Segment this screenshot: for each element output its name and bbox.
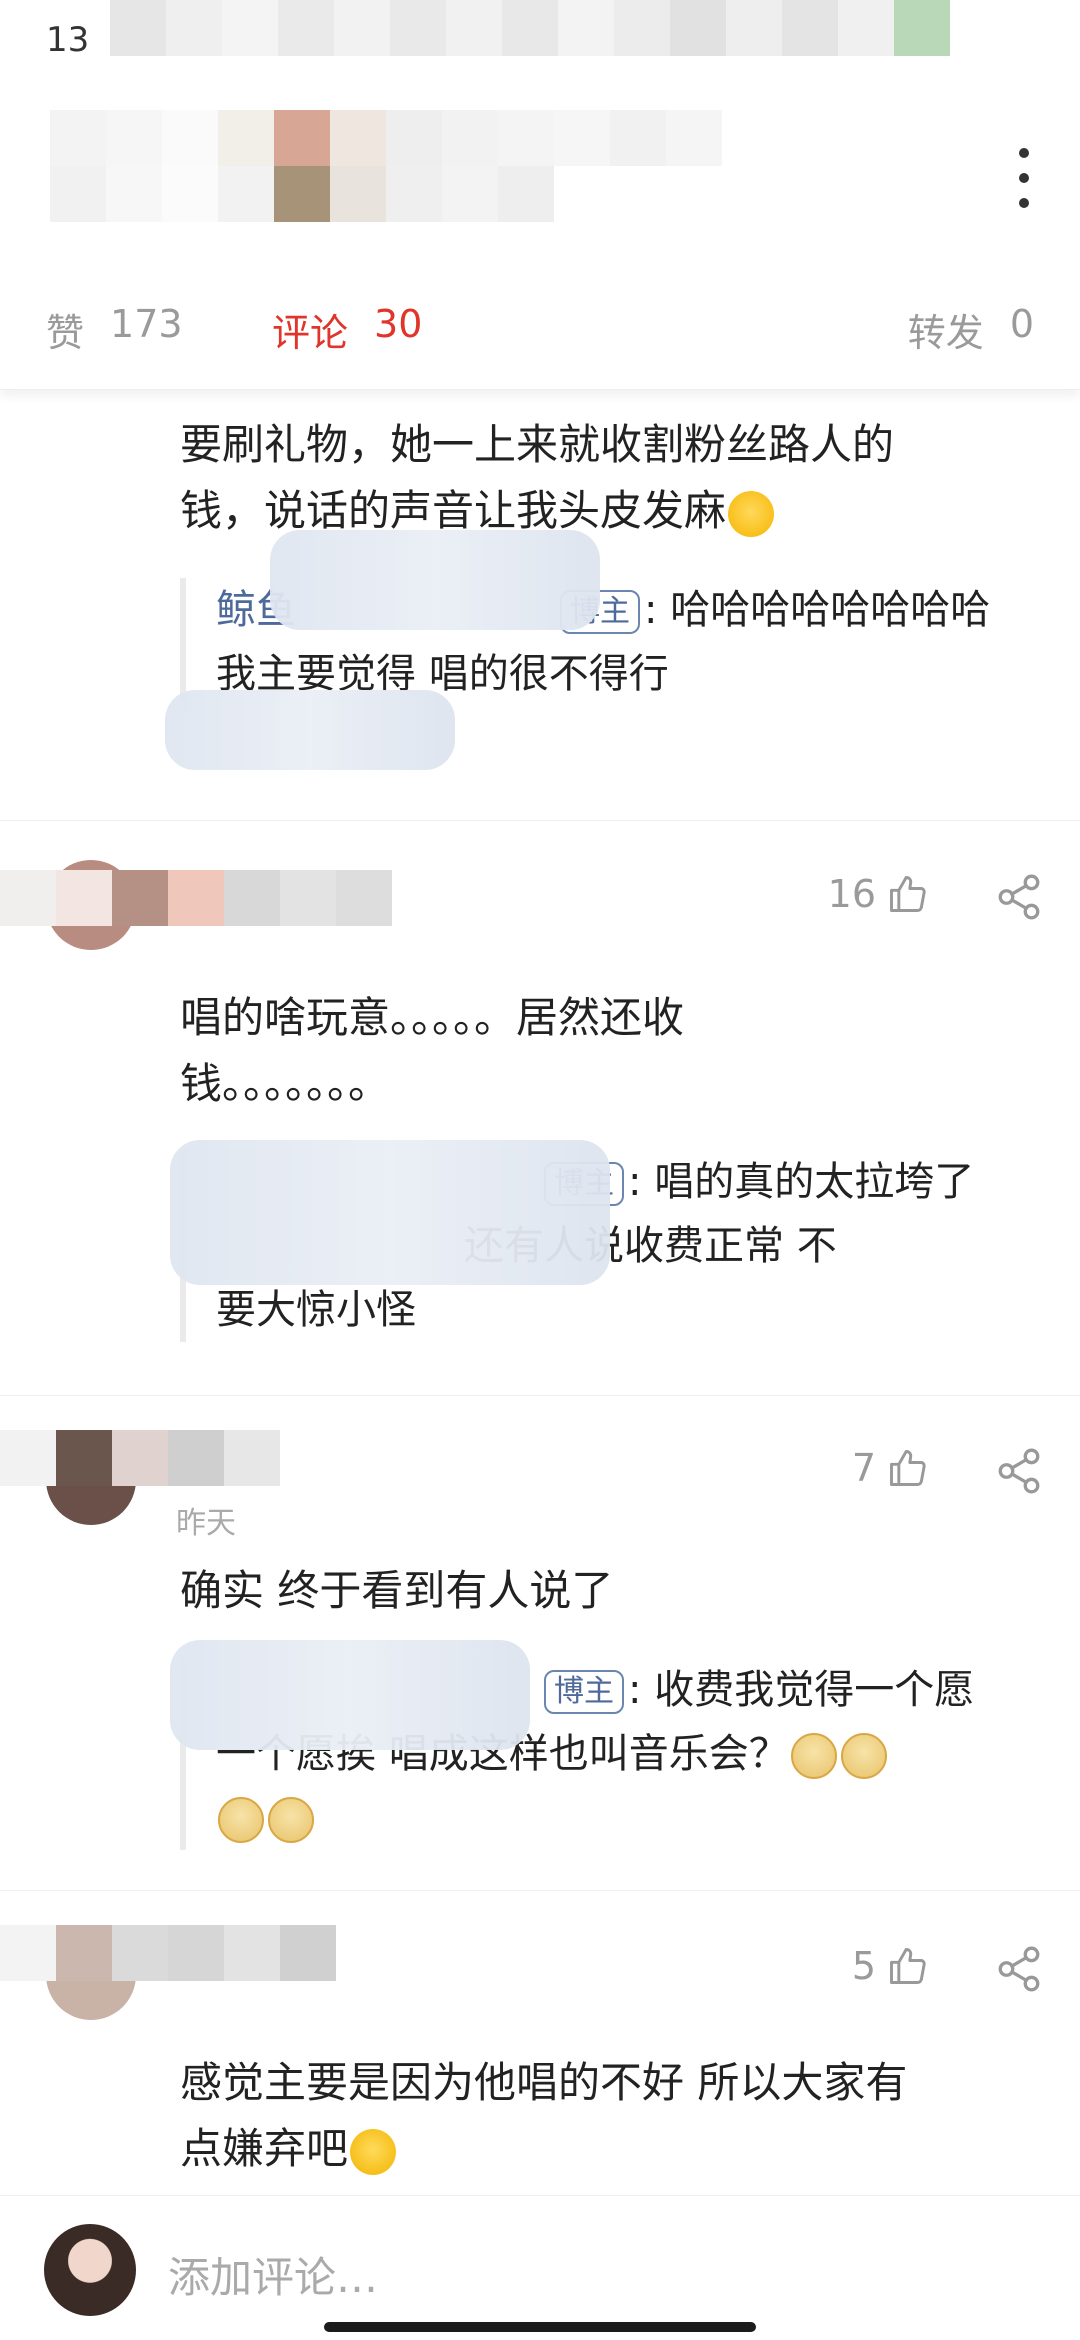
header-mosaic-2 — [50, 166, 554, 222]
comment-3-line1: 确实 终于看到有人说了 — [180, 1566, 614, 1615]
comment-input[interactable]: 添加评论… — [168, 2244, 378, 2305]
tab-comments-label: 评论 — [272, 311, 349, 355]
reply-line3: 要大惊小怪 — [216, 1287, 416, 1333]
comment-2-line1: 唱的啥玩意。。。。。居然还收 — [180, 993, 685, 1042]
post-header — [0, 80, 1080, 250]
share-icon[interactable] — [994, 1446, 1044, 1496]
like-count: 5 — [851, 1944, 876, 1988]
author-badge: 博主 — [544, 1670, 624, 1714]
redacted-name — [170, 1140, 610, 1285]
comment-2-line2: 钱。。。。。。。 — [180, 1059, 391, 1108]
comment-4-text: 感觉主要是因为他唱的不好 所以大家有 点嫌弃吧 — [180, 2050, 1040, 2182]
reply-line1: : 收费我觉得一个愿 — [628, 1667, 975, 1713]
doge-emoji-icon — [218, 1797, 264, 1843]
status-bar: 13 — [0, 0, 1080, 80]
doge-emoji-icon — [790, 1733, 837, 1779]
comment-composer: 添加评论… — [0, 2195, 1080, 2340]
doge-emoji-icon — [268, 1797, 314, 1843]
like-count: 16 — [827, 872, 876, 916]
tab-likes-label: 赞 — [46, 311, 85, 355]
comment-1-line2: 钱，说话的声音让我头皮发麻 — [180, 486, 727, 535]
comment-time: 昨天 — [176, 1506, 236, 1541]
comment-2-text: 唱的啥玩意。。。。。居然还收 钱。。。。。。。 — [180, 985, 1040, 1117]
comment-1-text: 要刷礼物，她一上来就收割粉丝路人的 钱，说话的声音让我头皮发麻 — [180, 412, 1040, 544]
crying-laughing-emoji-icon — [350, 2128, 397, 2175]
tab-reposts-label: 转发 — [907, 311, 984, 355]
thumbs-up-icon — [890, 1450, 926, 1486]
redacted-name — [170, 1640, 530, 1750]
tab-bar: 赞 173 评论 30 转发 0 — [0, 270, 1080, 390]
more-vertical-icon[interactable] — [1014, 148, 1034, 208]
like-button[interactable]: 5 — [852, 1944, 930, 1988]
comment-1-line1: 要刷礼物，她一上来就收割粉丝路人的 — [180, 420, 895, 469]
reply-line1: : 哈哈哈哈哈哈哈哈 — [644, 587, 991, 633]
comment-4-line2: 点嫌弃吧 — [180, 2124, 349, 2173]
tab-comments-count: 30 — [374, 302, 423, 346]
comment-4-line1: 感觉主要是因为他唱的不好 所以大家有 — [180, 2058, 908, 2107]
like-count: 7 — [851, 1446, 876, 1490]
like-button[interactable]: 16 — [828, 872, 930, 916]
username-mosaic — [0, 870, 392, 926]
doge-emoji-icon — [840, 1733, 887, 1779]
comment-3-text: 确实 终于看到有人说了 — [180, 1558, 1040, 1624]
divider — [0, 1395, 1080, 1396]
tab-likes[interactable]: 赞 173 — [46, 302, 183, 357]
thumbs-up-icon — [890, 876, 926, 912]
thumbs-up-icon — [890, 1948, 926, 1984]
status-mosaic — [110, 0, 950, 56]
tab-likes-count: 173 — [110, 302, 183, 346]
tab-reposts[interactable]: 转发 0 — [908, 302, 1034, 357]
tab-comments[interactable]: 评论 30 — [272, 302, 422, 357]
header-mosaic — [50, 110, 722, 166]
redacted-name — [165, 690, 455, 770]
home-indicator[interactable] — [324, 2322, 756, 2332]
reply-line1: : 唱的真的太拉垮了 — [628, 1159, 975, 1205]
share-icon[interactable] — [994, 1944, 1044, 1994]
like-button[interactable]: 7 — [852, 1446, 930, 1490]
current-user-avatar — [44, 2224, 136, 2316]
tab-reposts-count: 0 — [1009, 302, 1034, 346]
status-time: 13 — [46, 20, 90, 60]
divider — [0, 820, 1080, 821]
username-mosaic — [0, 1925, 336, 1981]
username-mosaic — [0, 1430, 280, 1486]
smirk-emoji-icon — [728, 490, 775, 537]
share-icon[interactable] — [994, 872, 1044, 922]
divider — [0, 1890, 1080, 1891]
redacted-name — [270, 530, 600, 630]
